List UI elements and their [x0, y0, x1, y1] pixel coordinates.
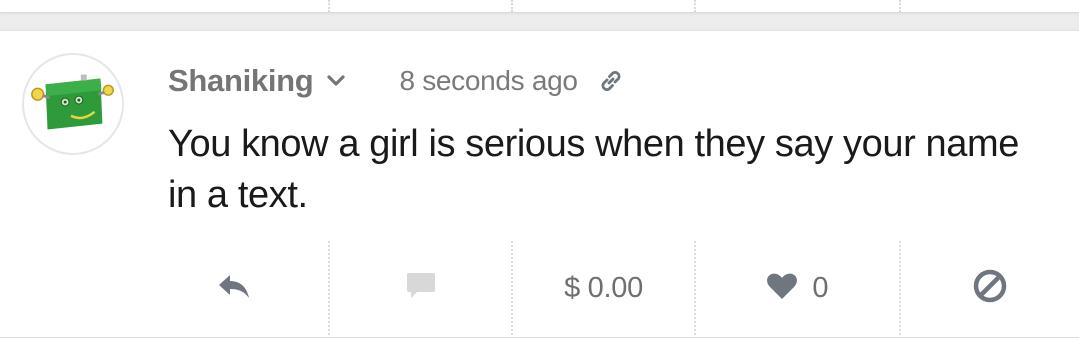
- action-bar: $ 0.00 0: [140, 241, 1079, 335]
- chevron-down-icon[interactable]: [325, 70, 347, 92]
- post-text: You know a girl is serious when they say…: [168, 123, 1019, 216]
- reply-button[interactable]: [140, 241, 328, 335]
- divider: [694, 0, 696, 12]
- avatar-image: [31, 74, 114, 130]
- link-icon[interactable]: [596, 66, 626, 96]
- tip-button[interactable]: $ 0.00: [513, 241, 694, 335]
- block-button[interactable]: [901, 241, 1079, 335]
- divider: [899, 0, 901, 12]
- post-card: Shaniking 8 seconds ago You know a girl …: [0, 30, 1079, 338]
- heart-icon: [766, 272, 798, 305]
- post-timestamp[interactable]: 8 seconds ago: [399, 65, 578, 97]
- previous-post-card: [0, 0, 1079, 13]
- tip-amount: $ 0.00: [564, 271, 643, 304]
- like-button[interactable]: 0: [696, 241, 899, 335]
- post-header: Shaniking 8 seconds ago: [168, 59, 626, 103]
- like-count: 0: [812, 271, 829, 304]
- reply-icon: [217, 272, 251, 305]
- comment-button[interactable]: [330, 241, 511, 335]
- comment-icon: [405, 271, 437, 306]
- avatar[interactable]: [22, 53, 124, 155]
- block-icon: [972, 268, 1008, 309]
- divider: [328, 0, 330, 12]
- author-name[interactable]: Shaniking: [168, 63, 314, 99]
- divider: [511, 0, 513, 12]
